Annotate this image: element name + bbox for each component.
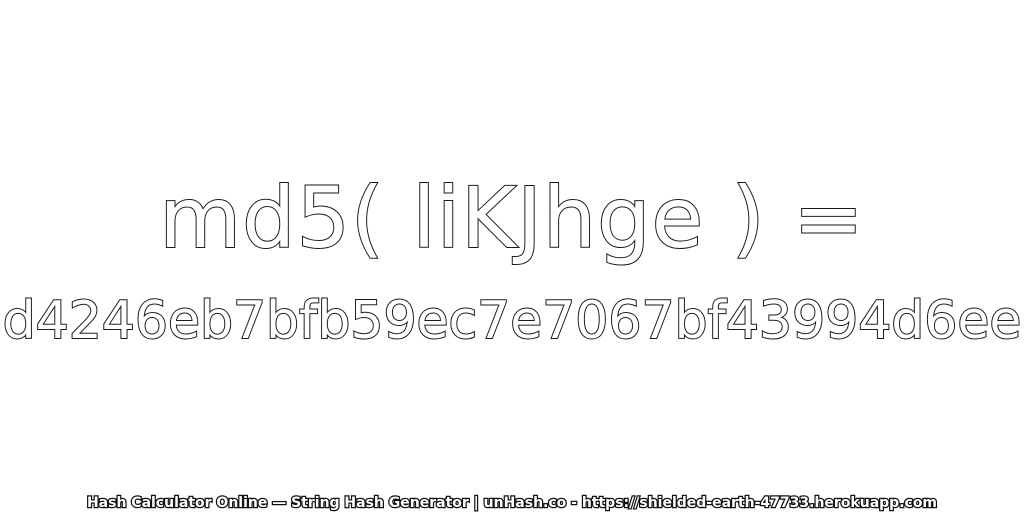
footer-credit: Hash Calculator Online — String Hash Gen…: [86, 494, 939, 512]
md5-expression: md5( liKJhge ) =: [158, 168, 865, 268]
md5-hash-value: d4246eb7bfb59ec7e7067bf43994d6ee: [2, 290, 1023, 352]
